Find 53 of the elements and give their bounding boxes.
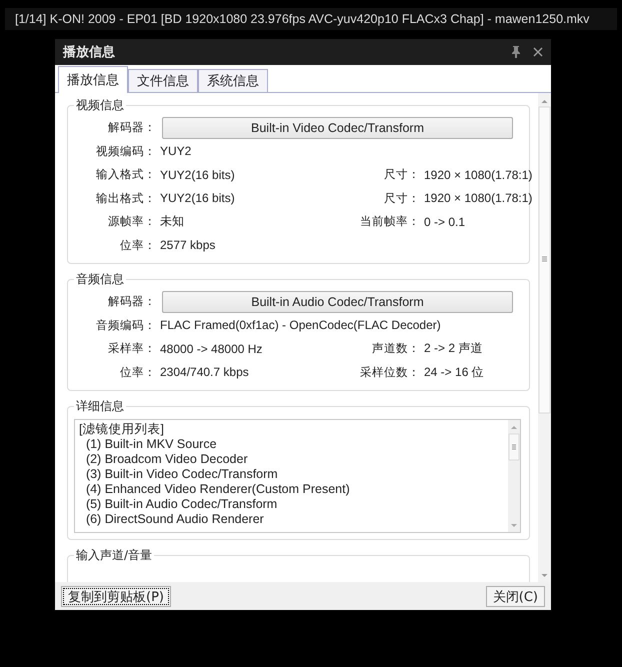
field-label: 源帧率： <box>107 214 156 230</box>
field-label: 当前帧率： <box>359 214 420 230</box>
field-label: 尺寸： <box>383 190 420 206</box>
field-label: 尺寸： <box>383 167 420 182</box>
tab[interactable]: 文件信息 <box>128 69 198 92</box>
player-title: [1/14] K-ON! 2009 - EP01 [BD 1920x1080 23.976fps AVC-yuv420p10 FLACx3 Chap] - mawen1250.mkv <box>5 8 617 30</box>
field-label: 音频编码： <box>95 318 156 333</box>
field-value: YUY2(16 bits) <box>159 168 236 182</box>
field-value: 24 -> 16 位 <box>423 364 485 381</box>
scrollbar-drawing[interactable] <box>508 420 520 532</box>
details-text-area[interactable] <box>74 419 521 533</box>
copy-to-clipboard-button[interactable]: 复制到剪贴板(P) <box>61 586 171 606</box>
group-title: 音频信息 <box>74 271 126 287</box>
decoder-button[interactable]: Built-in Audio Codec/Transform <box>162 290 513 313</box>
details-line: (2) Broadcom Video Decoder <box>84 452 249 467</box>
close-icon[interactable] <box>533 47 543 57</box>
decoder-button[interactable]: Built-in Video Codec/Transform <box>162 116 513 139</box>
field-label: 声道数： <box>371 341 420 356</box>
field-label: 采样位数： <box>359 364 420 380</box>
field-value: 48000 -> 48000 Hz <box>159 342 264 356</box>
scrollbar-drawing[interactable] <box>538 93 551 582</box>
field-label: 解码器： <box>107 294 156 310</box>
tab[interactable]: 系统信息 <box>198 69 268 92</box>
group-title: 详细信息 <box>74 398 126 414</box>
field-label: 输出格式： <box>95 190 156 206</box>
group-title: 视频信息 <box>74 97 126 113</box>
dialog-title: 播放信息 <box>63 44 116 61</box>
field-label: 位率： <box>119 238 156 253</box>
details-line: (1) Built-in MKV Source <box>84 437 218 452</box>
field-value: 2304/740.7 kbps <box>159 365 250 380</box>
field-value: 未知 <box>159 213 185 230</box>
tab[interactable]: 播放信息 <box>58 66 128 93</box>
details-line: [滤镜使用列表] <box>79 422 165 437</box>
field-value: 1920 × 1080(1.78:1) <box>423 168 532 182</box>
field-label: 位率： <box>119 364 156 380</box>
details-line: (6) DirectSound Audio Renderer <box>84 512 265 527</box>
details-line: (4) Enhanced Video Renderer(Custom Present) <box>84 482 351 497</box>
field-value: 2 -> 2 声道 <box>423 340 484 358</box>
field-label: 输入格式： <box>95 167 156 182</box>
pin-icon[interactable] <box>511 46 521 58</box>
details-line: (3) Built-in Video Codec/Transform <box>84 467 279 482</box>
details-line: (5) Built-in Audio Codec/Transform <box>84 497 278 512</box>
field-value: FLAC Framed(0xf1ac) - OpenCodec(FLAC Decoder) <box>159 318 442 332</box>
field-value: 2577 kbps <box>159 238 216 252</box>
field-value: YUY2 <box>159 144 192 158</box>
field-value: YUY2(16 bits) <box>159 191 236 206</box>
close-button[interactable]: 关闭(C) <box>486 586 545 606</box>
field-value: 1920 × 1080(1.78:1) <box>423 191 532 206</box>
field-label: 采样率： <box>107 341 156 356</box>
group-title: 输入声道/音量 <box>74 547 154 563</box>
field-value: 0 -> 0.1 <box>423 214 466 229</box>
field-label: 解码器： <box>107 120 156 136</box>
field-label: 视频编码： <box>95 144 156 159</box>
